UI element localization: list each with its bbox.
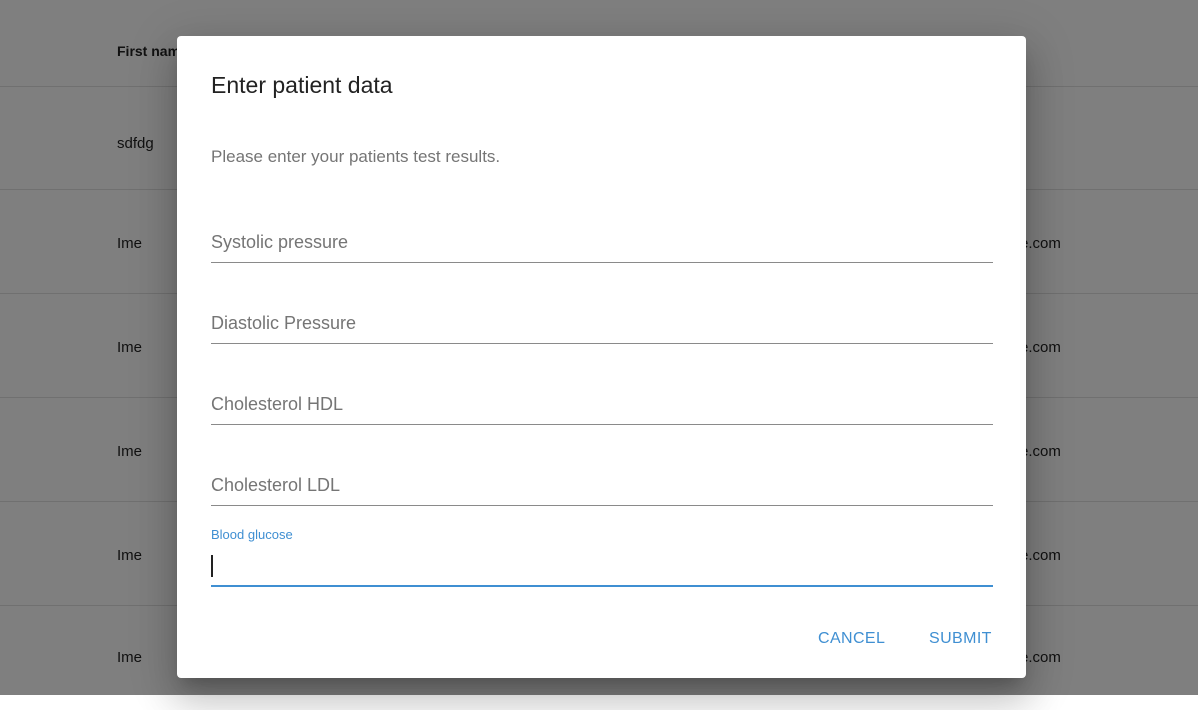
blood-glucose-label: Blood glucose xyxy=(211,527,293,542)
systolic-pressure-field[interactable]: Systolic pressure xyxy=(211,217,993,263)
cholesterol-ldl-field[interactable]: Cholesterol LDL xyxy=(211,460,993,506)
cholesterol-hdl-field[interactable]: Cholesterol HDL xyxy=(211,379,993,425)
patient-data-dialog: Enter patient data Please enter your pat… xyxy=(177,36,1026,678)
dialog-title: Enter patient data xyxy=(211,72,393,98)
text-cursor xyxy=(211,555,213,577)
cholesterol-hdl-placeholder: Cholesterol HDL xyxy=(211,394,344,414)
blood-glucose-field[interactable]: Blood glucose xyxy=(211,527,993,587)
cholesterol-ldl-placeholder: Cholesterol LDL xyxy=(211,475,341,495)
submit-button[interactable]: SUBMIT xyxy=(929,630,992,648)
dialog-description: Please enter your patients test results. xyxy=(211,147,501,166)
systolic-pressure-placeholder: Systolic pressure xyxy=(211,232,349,252)
diastolic-pressure-field[interactable]: Diastolic Pressure xyxy=(211,298,993,344)
diastolic-pressure-placeholder: Diastolic Pressure xyxy=(211,313,357,333)
cancel-button[interactable]: CANCEL xyxy=(818,630,885,648)
